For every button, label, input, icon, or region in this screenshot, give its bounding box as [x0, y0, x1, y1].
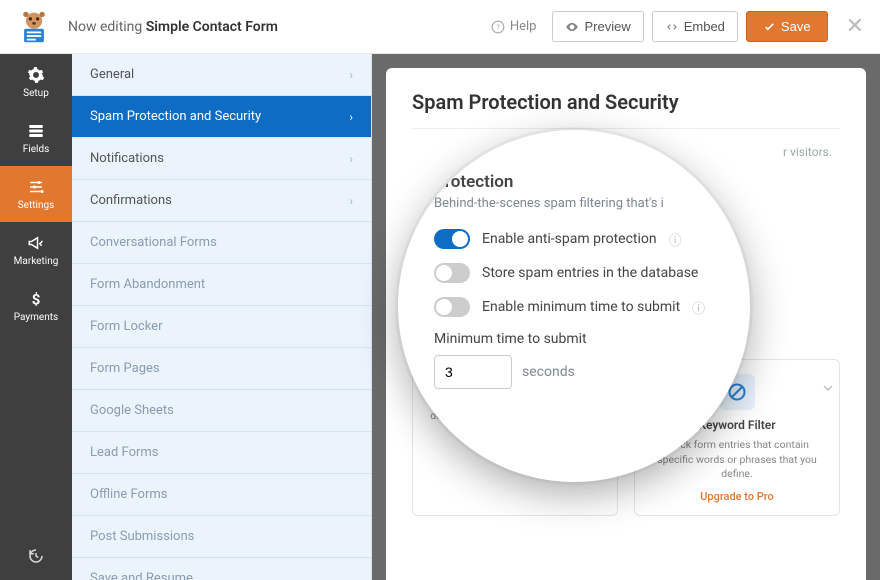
settings-item-label: General	[90, 67, 134, 82]
eye-icon	[565, 20, 579, 34]
help-icon: ?	[491, 20, 505, 34]
settings-item-spam-protection-and-security[interactable]: Spam Protection and Security ›	[72, 96, 371, 138]
dollar-icon: $	[27, 290, 45, 308]
min-time-toggle[interactable]	[434, 297, 470, 317]
min-time-input[interactable]	[434, 355, 512, 389]
rail-setup-label: Setup	[23, 88, 49, 99]
rail-payments[interactable]: $ Payments	[0, 278, 72, 334]
history-icon	[27, 547, 45, 565]
svg-text:?: ?	[496, 22, 500, 31]
settings-item-conversational-forms[interactable]: Conversational Forms	[72, 222, 371, 264]
settings-item-label: Post Submissions	[90, 529, 194, 544]
toggle-row-min-time: Enable minimum time to submit ⓘ	[434, 297, 720, 317]
help-icon[interactable]: ⓘ	[692, 298, 705, 317]
min-time-field: Minimum time to submit seconds	[434, 331, 720, 389]
check-icon	[763, 20, 776, 33]
bullhorn-icon	[27, 234, 45, 252]
left-rail: Setup Fields Settings Marketing $ Paymen…	[0, 54, 72, 580]
rail-marketing[interactable]: Marketing	[0, 222, 72, 278]
chevron-right-icon: ›	[349, 194, 353, 208]
rail-settings-label: Settings	[18, 200, 55, 211]
help-link[interactable]: ? Help	[491, 19, 537, 34]
chevron-right-icon: ›	[349, 68, 353, 82]
sliders-icon	[27, 178, 45, 196]
rail-marketing-label: Marketing	[14, 256, 59, 267]
settings-item-label: Lead Forms	[90, 445, 159, 460]
fields-icon	[27, 122, 45, 140]
editing-label: Now editing Simple Contact Form	[68, 19, 278, 35]
panel-heading: Spam Protection and Security	[412, 90, 840, 129]
settings-item-general[interactable]: General ›	[72, 54, 371, 96]
settings-item-lead-forms[interactable]: Lead Forms	[72, 432, 371, 474]
form-name: Simple Contact Form	[146, 19, 278, 35]
toggle-row-store: Store spam entries in the database	[434, 263, 720, 283]
preview-label: Preview	[584, 19, 630, 34]
settings-item-form-pages[interactable]: Form Pages	[72, 348, 371, 390]
settings-item-label: Conversational Forms	[90, 235, 217, 250]
settings-item-label: Google Sheets	[90, 403, 174, 418]
antispam-label: Enable anti-spam protection	[482, 231, 657, 247]
store-spam-label: Store spam entries in the database	[482, 265, 698, 281]
gear-icon	[27, 66, 45, 84]
min-time-label: Enable minimum time to submit	[482, 299, 680, 315]
topbar: Now editing Simple Contact Form ? Help P…	[0, 0, 880, 54]
settings-item-label: Offline Forms	[90, 487, 167, 502]
chevron-right-icon: ›	[349, 110, 353, 124]
chevron-right-icon: ›	[349, 152, 353, 166]
settings-item-confirmations[interactable]: Confirmations ›	[72, 180, 371, 222]
rail-payments-label: Payments	[14, 312, 58, 323]
help-label: Help	[510, 19, 537, 34]
settings-item-label: Form Pages	[90, 361, 160, 376]
preview-button[interactable]: Preview	[552, 11, 643, 42]
settings-item-google-sheets[interactable]: Google Sheets	[72, 390, 371, 432]
code-icon	[665, 20, 679, 34]
editing-prefix: Now editing	[68, 19, 146, 35]
settings-item-label: Save and Resume	[90, 571, 193, 580]
antispam-toggle[interactable]	[434, 229, 470, 249]
settings-item-label: Form Locker	[90, 319, 162, 334]
embed-label: Embed	[684, 19, 725, 34]
help-icon[interactable]: ⓘ	[669, 230, 682, 249]
settings-item-form-abandonment[interactable]: Form Abandonment	[72, 264, 371, 306]
wpforms-logo-icon	[16, 9, 52, 45]
seconds-label: seconds	[522, 364, 575, 380]
settings-item-save-and-resume[interactable]: Save and Resume	[72, 558, 371, 580]
settings-item-label: Notifications	[90, 151, 164, 166]
settings-list: General›Spam Protection and Security›Not…	[72, 54, 372, 580]
store-spam-toggle[interactable]	[434, 263, 470, 283]
protection-subheading: Behind-the-scenes spam filtering that's …	[434, 196, 720, 211]
settings-item-label: Form Abandonment	[90, 277, 205, 292]
settings-item-post-submissions[interactable]: Post Submissions	[72, 516, 371, 558]
rail-settings[interactable]: Settings	[0, 166, 72, 222]
keyword-filter-upgrade-link[interactable]: Upgrade to Pro	[649, 490, 825, 503]
save-label: Save	[781, 19, 811, 34]
settings-item-label: Confirmations	[90, 193, 172, 208]
settings-item-offline-forms[interactable]: Offline Forms	[72, 474, 371, 516]
settings-item-label: Spam Protection and Security	[90, 109, 261, 124]
close-icon[interactable]: ✕	[846, 14, 864, 39]
protection-heading: Protection	[434, 172, 720, 192]
rail-fields[interactable]: Fields	[0, 110, 72, 166]
save-button[interactable]: Save	[746, 11, 828, 42]
topbar-actions: ? Help Preview Embed Save ✕	[491, 11, 864, 42]
min-time-field-label: Minimum time to submit	[434, 331, 720, 347]
toggle-row-antispam: Enable anti-spam protection ⓘ	[434, 229, 720, 249]
settings-item-notifications[interactable]: Notifications ›	[72, 138, 371, 180]
magnify-overlay: Protection Behind-the-scenes spam filter…	[398, 130, 750, 482]
settings-item-form-locker[interactable]: Form Locker	[72, 306, 371, 348]
history-button[interactable]	[0, 532, 72, 580]
rail-setup[interactable]: Setup	[0, 54, 72, 110]
rail-fields-label: Fields	[23, 144, 50, 155]
embed-button[interactable]: Embed	[652, 11, 738, 42]
svg-text:$: $	[32, 290, 41, 308]
